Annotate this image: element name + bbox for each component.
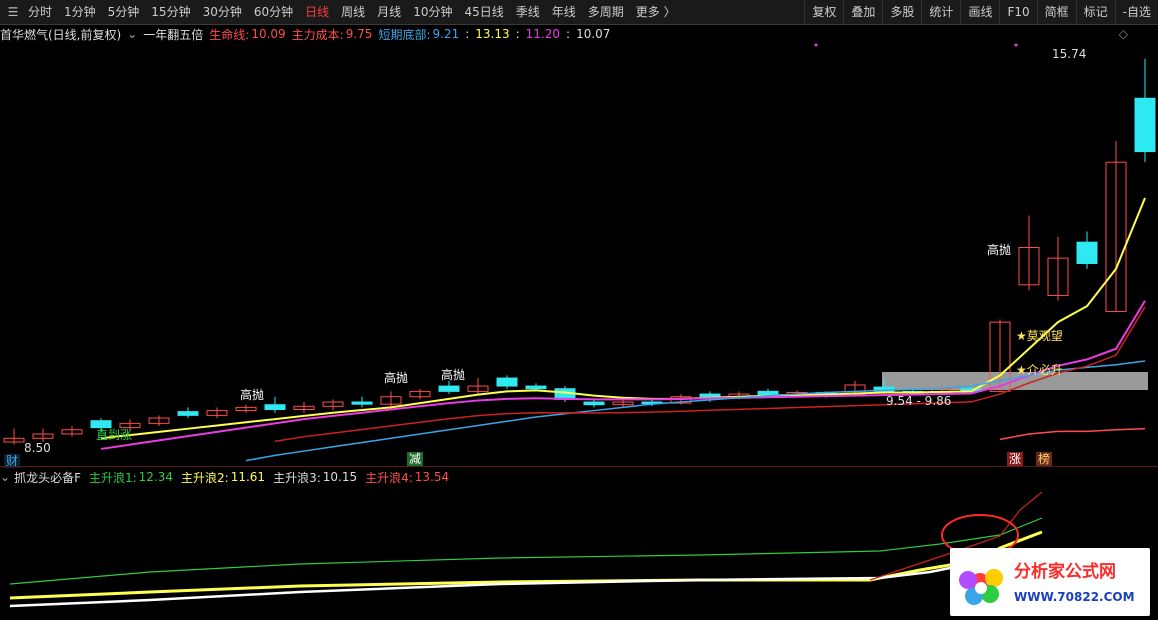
candle-body [264, 404, 286, 411]
buy-signal-label: 直到涨 [96, 428, 133, 442]
sub-indicator-name[interactable]: 抓龙头必备F [14, 469, 81, 486]
signal-dot [1014, 43, 1018, 47]
rise-signal-label: ★介必升 [1016, 363, 1063, 377]
limit-up-badge[interactable]: 涨 [1007, 452, 1024, 466]
watermark-url: WWW.70822.COM [1014, 590, 1135, 604]
candle-body [177, 411, 199, 416]
ranking-badge[interactable]: 榜 [1036, 452, 1053, 466]
sub-indicator-info-bar: ⌄ 抓龙头必备F 主升浪1: 12.34 主升浪2: 11.61 主升浪3: 1… [0, 469, 900, 485]
candle-body [438, 385, 460, 392]
wave3-line [9, 554, 1001, 608]
sell-signal-label: 高抛 [240, 388, 265, 402]
wave1-label: 主升浪1: [88, 470, 137, 485]
flower-logo-icon [959, 569, 1003, 605]
sub-dropdown-icon[interactable]: ⌄ [0, 470, 10, 484]
candle-body [1134, 97, 1156, 153]
high-price-label: 15.74 [1052, 47, 1087, 61]
wave2-line [9, 530, 1043, 600]
watermark-logo: 分析家公式网 WWW.70822.COM [950, 548, 1150, 616]
sell-signal-label: 高抛 [987, 243, 1012, 257]
candle-body [496, 377, 518, 387]
wave3-value: 10.15 [322, 470, 358, 484]
sell-signal-label: 高抛 [384, 371, 409, 385]
candle-body [1076, 241, 1098, 264]
wave4-label: 主升浪4: [365, 470, 413, 485]
wave4-value: 13.54 [414, 470, 450, 484]
candle-body [351, 401, 373, 405]
signal-dot [814, 43, 818, 47]
sell-signal-label: 高抛 [441, 368, 466, 382]
wave1-value: 12.34 [138, 470, 174, 484]
wave2-label: 主升浪2: [181, 470, 229, 485]
reduce-badge[interactable]: 减 [407, 452, 424, 466]
wave1-line [9, 517, 1043, 585]
panel-divider [0, 466, 1158, 467]
low-price-label: 8.50 [24, 441, 51, 455]
wave2-value: 11.61 [230, 470, 266, 484]
candle-body [525, 385, 547, 390]
wave3-label: 主升浪3: [273, 470, 321, 485]
candle-body [583, 401, 605, 406]
range-label: 9.54 - 9.86 [886, 394, 952, 408]
main-chart[interactable] [0, 0, 1158, 466]
watch-signal-label: ★莫观望 [1016, 329, 1063, 343]
series-line [999, 427, 1146, 441]
candle-body [90, 420, 112, 429]
watermark-title: 分析家公式网 [1014, 562, 1116, 582]
